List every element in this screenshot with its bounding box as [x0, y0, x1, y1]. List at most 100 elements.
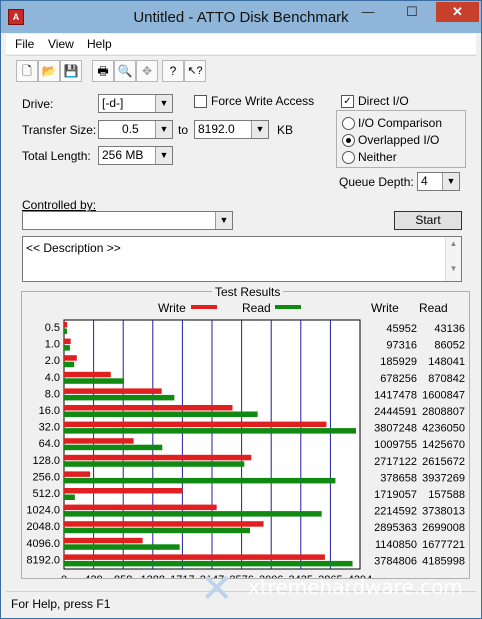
watermark-x-logo: ✕ [200, 566, 234, 612]
minimize-button[interactable]: — [348, 2, 388, 22]
chevron-down-icon[interactable]: ▼ [155, 95, 172, 112]
read-value: 1677721 [422, 539, 465, 551]
y-tick-label: 0.5 [45, 322, 60, 334]
read-value: 4236050 [422, 423, 465, 435]
menu-view[interactable]: View [48, 37, 74, 51]
menu-help[interactable]: Help [87, 37, 112, 51]
description-scrollbar[interactable]: ▲ ▼ [445, 237, 461, 281]
y-tick-label: 8192.0 [26, 554, 60, 566]
close-button[interactable]: ✕ [436, 2, 479, 22]
read-value: 2808807 [422, 406, 465, 418]
transfer-from-value: 0.5 [122, 122, 139, 136]
queue-depth-select[interactable]: 4 ▼ [417, 172, 460, 191]
write-bar [64, 554, 325, 560]
y-tick-label: 1.0 [45, 339, 60, 351]
drive-value: [-d-] [102, 96, 124, 110]
context-help-icon[interactable]: ↖? [184, 60, 206, 82]
help-icon[interactable]: ? [162, 60, 184, 82]
results-chart: Write Read Write Read 042985812881717214… [26, 301, 465, 578]
write-value: 45952 [386, 323, 417, 335]
transfer-size-label: Transfer Size: [22, 123, 97, 137]
write-value: 185929 [380, 356, 417, 368]
drive-label: Drive: [22, 97, 54, 111]
legend-read-label: Read [242, 301, 271, 315]
transfer-from-select[interactable]: 0.5 ▼ [98, 120, 173, 139]
write-value: 378658 [380, 472, 417, 484]
title-bar[interactable]: A Untitled - ATTO Disk Benchmark — ☐ ✕ [1, 1, 481, 33]
x-tick-label: 429 [84, 574, 102, 578]
read-column-header: Read [419, 301, 448, 315]
to-label: to [178, 123, 189, 137]
write-bar [64, 322, 68, 328]
move-icon[interactable]: ✥ [136, 60, 158, 82]
write-bar [64, 355, 77, 361]
toolbar: 🗋 📂 💾 🖶 🔍 ✥ ? ↖? [6, 55, 476, 86]
write-bar [64, 504, 217, 511]
total-length-value: 256 MB [102, 148, 144, 162]
chevron-down-icon[interactable]: ▼ [442, 173, 459, 190]
main-panel: Drive: [-d-] ▼ Force Write Access ✓ Dire… [6, 85, 476, 589]
write-value: 678256 [380, 373, 417, 385]
read-bar [64, 378, 125, 384]
read-value: 3738013 [422, 506, 465, 518]
chevron-down-icon[interactable]: ▼ [155, 147, 172, 164]
neither-label: Neither [358, 150, 397, 164]
read-value: 1600847 [422, 389, 465, 401]
neither-radio[interactable] [342, 151, 355, 164]
write-value: 1417478 [374, 389, 417, 401]
write-value: 1719057 [374, 489, 417, 501]
maximize-button[interactable]: ☐ [391, 2, 433, 22]
write-value: 3807248 [374, 423, 417, 435]
io-comparison-label: I/O Comparison [358, 116, 443, 130]
write-column-header: Write [371, 301, 399, 315]
chevron-down-icon[interactable]: ▼ [155, 121, 172, 138]
y-tick-label: 512.0 [32, 488, 60, 500]
total-length-select[interactable]: 256 MB ▼ [98, 146, 173, 165]
write-bar [64, 421, 327, 428]
print-icon[interactable]: 🖶 [92, 60, 114, 82]
read-value: 2699008 [422, 522, 465, 534]
overlapped-io-label: Overlapped I/O [358, 133, 440, 147]
open-icon[interactable]: 📂 [38, 60, 60, 82]
read-value: 870842 [428, 373, 465, 385]
write-value: 1140850 [375, 539, 417, 551]
watermark-text: xtremehardware.com [248, 575, 463, 599]
y-tick-label: 16.0 [39, 405, 60, 417]
y-tick-label: 4.0 [45, 372, 60, 384]
save-icon[interactable]: 💾 [60, 60, 82, 82]
read-bar [64, 345, 70, 351]
read-bar [64, 394, 175, 401]
start-button[interactable]: Start [394, 211, 462, 230]
read-value: 43136 [434, 323, 465, 335]
x-tick-label: 1288 [141, 574, 165, 578]
read-bar [64, 411, 258, 417]
menu-bar: File View Help [6, 34, 476, 54]
force-write-checkbox[interactable] [194, 95, 207, 108]
new-icon[interactable]: 🗋 [16, 60, 38, 82]
direct-io-label: Direct I/O [358, 94, 409, 108]
controlled-by-select[interactable]: ▼ [22, 211, 233, 230]
print-preview-icon[interactable]: 🔍 [114, 60, 136, 82]
y-tick-label: 256.0 [32, 471, 60, 483]
legend-read-swatch [275, 305, 301, 309]
direct-io-checkbox[interactable]: ✓ [341, 95, 354, 108]
y-tick-label: 8.0 [45, 388, 60, 400]
chevron-down-icon[interactable]: ▼ [215, 212, 232, 229]
description-field[interactable]: << Description >> ▲ ▼ [22, 236, 462, 282]
overlapped-io-radio[interactable] [342, 134, 355, 147]
read-value: 4185998 [422, 555, 465, 567]
chevron-down-icon[interactable]: ▼ [251, 121, 268, 138]
controlled-by-label: Controlled by: [22, 198, 97, 212]
menu-file[interactable]: File [15, 37, 34, 51]
drive-select[interactable]: [-d-] ▼ [98, 94, 173, 113]
write-bar [64, 405, 233, 411]
write-bar [64, 454, 252, 461]
read-bar [64, 428, 357, 434]
force-write-label: Force Write Access [211, 94, 315, 108]
write-bar [64, 338, 71, 345]
io-comparison-radio[interactable] [342, 117, 355, 130]
write-value: 2214592 [374, 506, 417, 518]
read-bar [64, 361, 75, 368]
transfer-to-select[interactable]: 8192.0 ▼ [194, 120, 269, 139]
y-tick-label: 2048.0 [26, 521, 60, 533]
